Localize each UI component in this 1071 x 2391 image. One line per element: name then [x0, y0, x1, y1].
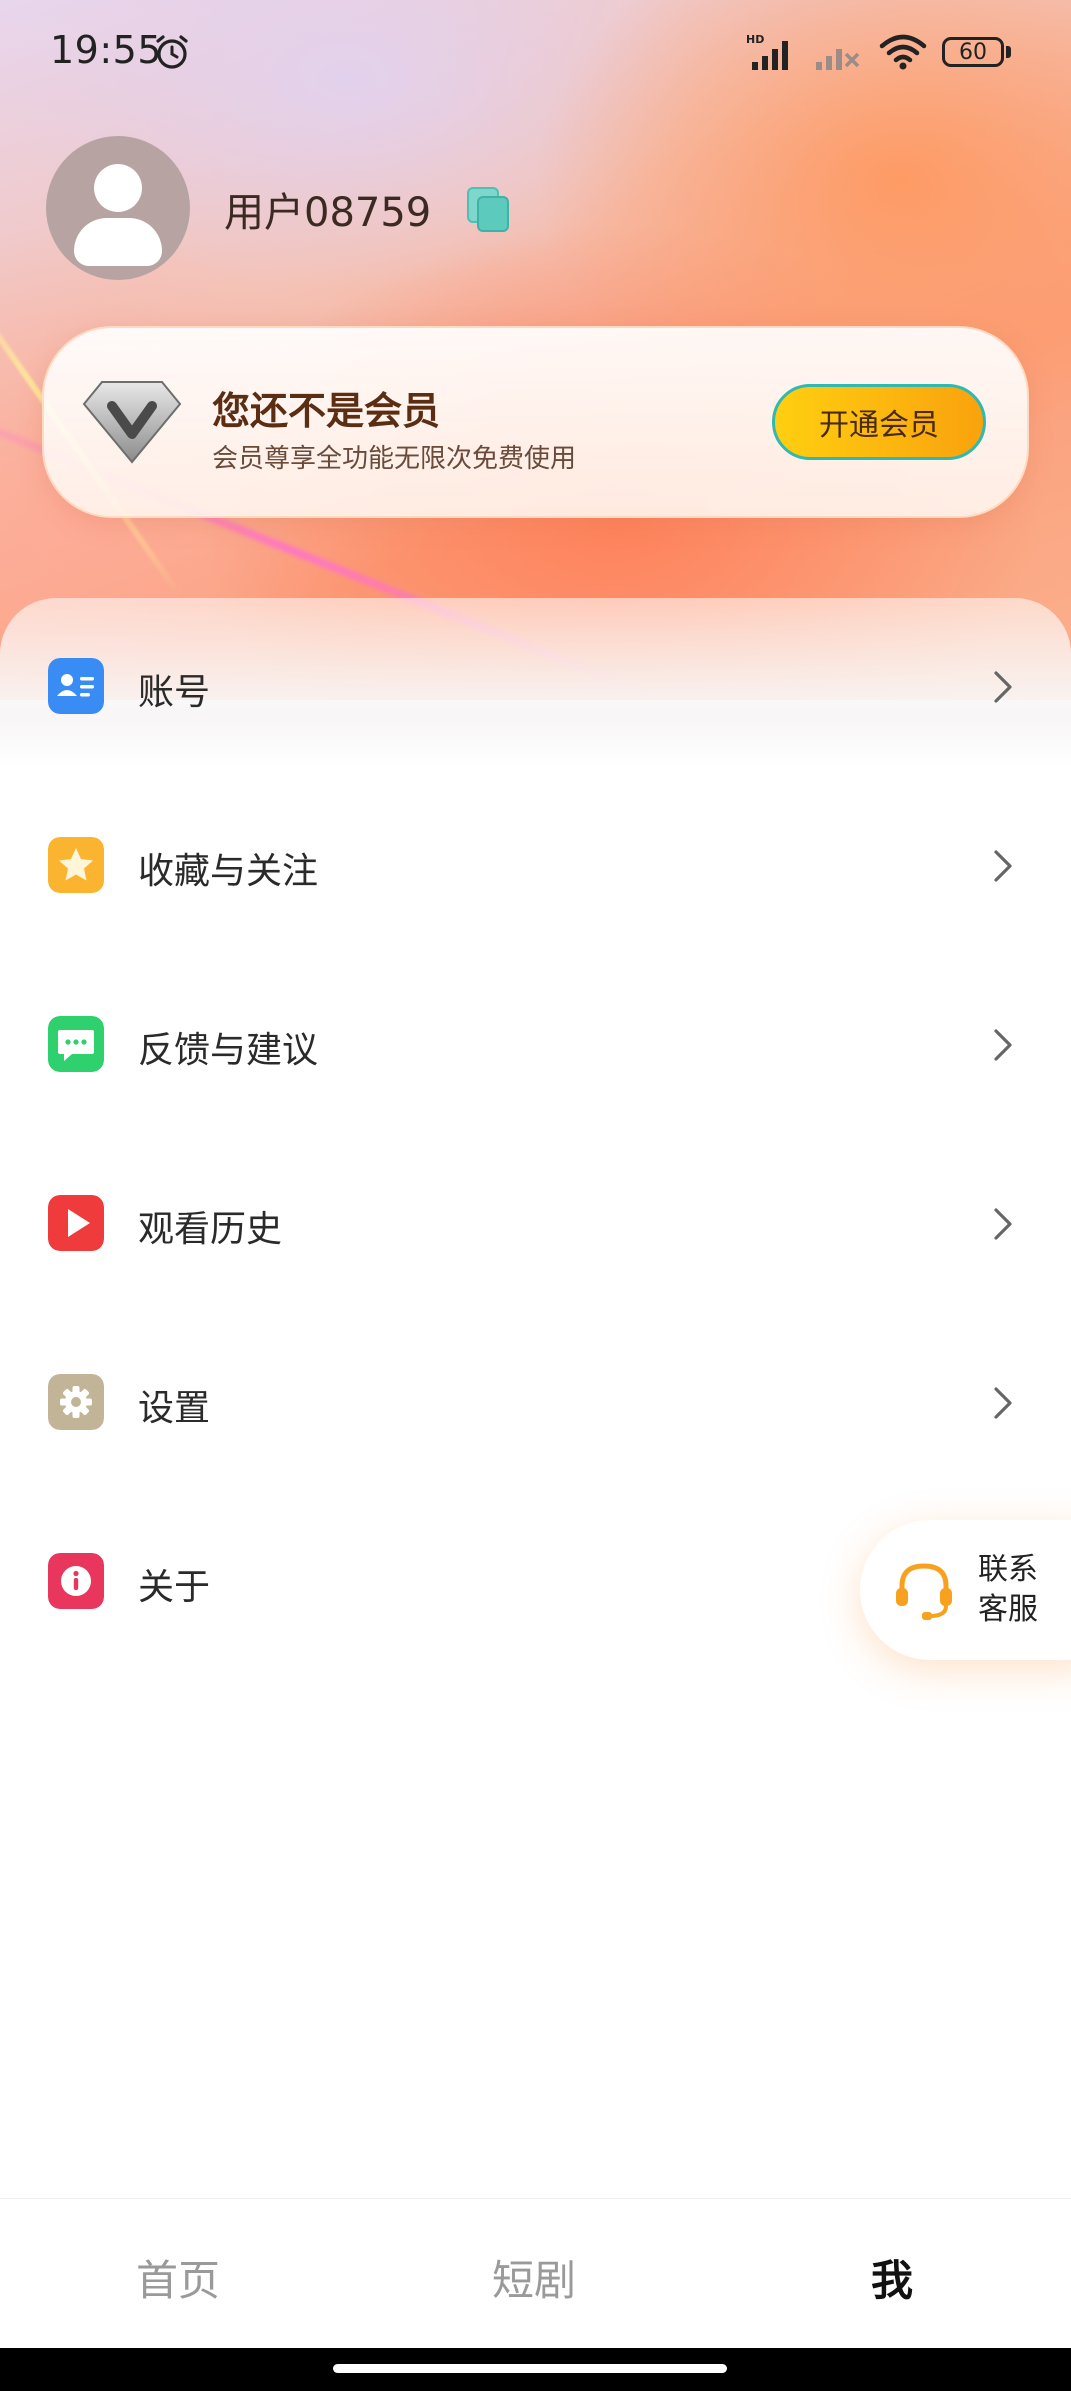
- play-icon: [48, 1195, 104, 1251]
- contact-customer-service-label: 联系客服: [978, 1552, 1038, 1627]
- headset-icon: [896, 1563, 952, 1620]
- default-avatar-icon: [94, 164, 142, 212]
- gesture-bar: [0, 2348, 1071, 2391]
- menu-item-label: 账号: [138, 672, 211, 713]
- menu-item-settings[interactable]: 设置: [0, 1313, 1071, 1492]
- svg-text:HD: HD: [746, 33, 764, 46]
- vip-status-title: 您还不是会员: [212, 389, 441, 433]
- wifi-icon: [879, 34, 927, 70]
- signal-no-service-icon: [816, 49, 860, 70]
- avatar[interactable]: [46, 136, 190, 280]
- menu-item-label: 反馈与建议: [138, 1030, 319, 1071]
- chevron-right-icon: [994, 1208, 1012, 1240]
- star-icon: [48, 837, 104, 893]
- diamond-v-icon: [82, 381, 182, 464]
- menu-item-account[interactable]: 账号: [0, 597, 1071, 776]
- status-bar: 19:55 HD 60: [0, 0, 1071, 105]
- home-indicator[interactable]: [333, 2364, 727, 2373]
- copy-icon[interactable]: [466, 186, 512, 234]
- tab-me[interactable]: 我: [871, 2247, 913, 2308]
- battery-level: 60: [942, 37, 1004, 67]
- menu-item-label: 收藏与关注: [138, 851, 319, 892]
- chevron-right-icon: [994, 1387, 1012, 1419]
- menu-item-watch-history[interactable]: 观看历史: [0, 1134, 1071, 1313]
- username: 用户08759: [224, 190, 432, 236]
- info-icon: [48, 1553, 104, 1609]
- chevron-right-icon: [994, 850, 1012, 882]
- bottom-navigation: 首页 短剧 我: [0, 2198, 1071, 2349]
- chat-bubble-icon: [48, 1016, 104, 1072]
- menu-item-label: 设置: [138, 1388, 211, 1429]
- tab-short-drama[interactable]: 短剧: [492, 2247, 576, 2308]
- vip-membership-card[interactable]: 您还不是会员 会员尊享全功能无限次免费使用 开通会员: [42, 326, 1029, 518]
- menu-item-label: 关于: [138, 1567, 211, 1608]
- menu-item-label: 观看历史: [138, 1209, 283, 1250]
- hd-signal-icon: HD: [746, 33, 788, 70]
- status-time: 19:55: [50, 28, 163, 72]
- account-card-icon: [48, 658, 104, 714]
- chevron-right-icon: [994, 671, 1012, 703]
- battery-icon: 60: [942, 37, 1011, 67]
- chevron-right-icon: [994, 1029, 1012, 1061]
- gear-icon: [48, 1374, 104, 1430]
- menu-item-favorites[interactable]: 收藏与关注: [0, 776, 1071, 955]
- open-membership-button[interactable]: 开通会员: [772, 384, 986, 460]
- contact-customer-service-button[interactable]: 联系客服: [860, 1520, 1071, 1660]
- vip-status-subtitle: 会员尊享全功能无限次免费使用: [212, 444, 577, 474]
- menu-item-feedback[interactable]: 反馈与建议: [0, 955, 1071, 1134]
- tab-home[interactable]: 首页: [136, 2247, 220, 2308]
- alarm-icon: [156, 35, 188, 69]
